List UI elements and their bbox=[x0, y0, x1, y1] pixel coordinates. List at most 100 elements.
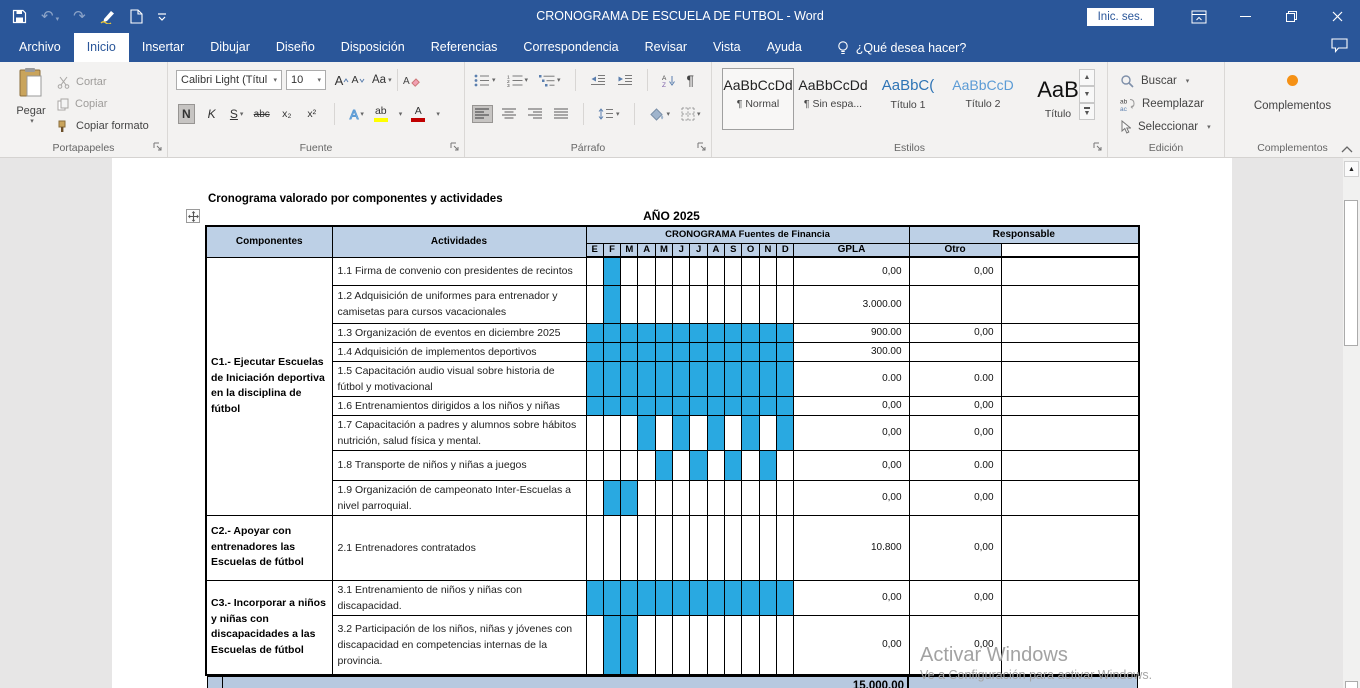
gantt-month-cell[interactable] bbox=[638, 580, 655, 615]
gantt-month-cell[interactable] bbox=[725, 396, 742, 415]
gantt-month-cell[interactable] bbox=[586, 342, 603, 361]
month-header-4[interactable]: A bbox=[638, 243, 655, 257]
restore-button[interactable] bbox=[1268, 0, 1314, 33]
activity-cell[interactable]: 1.9 Organización de campeonato Inter-Esc… bbox=[332, 480, 586, 515]
font-dialog-launcher-icon[interactable] bbox=[450, 142, 460, 152]
gantt-month-cell[interactable] bbox=[621, 615, 638, 675]
gantt-month-cell[interactable] bbox=[759, 580, 776, 615]
gantt-month-cell[interactable] bbox=[777, 323, 794, 342]
gantt-month-cell[interactable] bbox=[638, 285, 655, 323]
activity-cell[interactable]: 1.1 Firma de convenio con presidentes de… bbox=[332, 257, 586, 285]
style-card-normal[interactable]: AaBbCcDd¶ Normal bbox=[722, 68, 794, 130]
gantt-month-cell[interactable] bbox=[690, 480, 707, 515]
tab-archivo[interactable]: Archivo bbox=[6, 33, 74, 62]
header-actividades[interactable]: Actividades bbox=[332, 226, 586, 257]
gantt-month-cell[interactable] bbox=[742, 515, 759, 580]
gpla-value-cell[interactable]: 0,00 bbox=[794, 415, 909, 450]
gantt-month-cell[interactable] bbox=[725, 342, 742, 361]
gantt-month-cell[interactable] bbox=[777, 450, 794, 480]
gantt-month-cell[interactable] bbox=[621, 450, 638, 480]
gantt-month-cell[interactable] bbox=[638, 615, 655, 675]
gantt-month-cell[interactable] bbox=[690, 580, 707, 615]
otro-value-cell[interactable]: 0.00 bbox=[909, 361, 1001, 396]
gantt-month-cell[interactable] bbox=[586, 480, 603, 515]
scroll-up-icon[interactable]: ▲ bbox=[1344, 161, 1359, 177]
gantt-month-cell[interactable] bbox=[673, 415, 690, 450]
styles-scroll-down-icon[interactable]: ▼ bbox=[1079, 86, 1095, 103]
gantt-month-cell[interactable] bbox=[638, 415, 655, 450]
responsable-subheader-blank[interactable] bbox=[1001, 243, 1139, 257]
gantt-month-cell[interactable] bbox=[673, 515, 690, 580]
gantt-month-cell[interactable] bbox=[673, 450, 690, 480]
sort-icon[interactable]: AZ bbox=[660, 72, 678, 89]
responsable-cell[interactable] bbox=[1001, 257, 1139, 285]
gpla-value-cell[interactable]: 900.00 bbox=[794, 323, 909, 342]
gantt-month-cell[interactable] bbox=[777, 361, 794, 396]
gantt-month-cell[interactable] bbox=[725, 480, 742, 515]
gantt-month-cell[interactable] bbox=[707, 480, 724, 515]
gantt-month-cell[interactable] bbox=[586, 415, 603, 450]
bold-button[interactable]: N bbox=[178, 104, 195, 124]
gantt-month-cell[interactable] bbox=[759, 515, 776, 580]
tab-vista[interactable]: Vista bbox=[700, 33, 754, 62]
align-left-button[interactable] bbox=[472, 105, 493, 123]
gpla-value-cell[interactable]: 0,00 bbox=[794, 480, 909, 515]
underline-button[interactable]: S▾ bbox=[229, 104, 245, 124]
header-componentes[interactable]: Componentes bbox=[206, 226, 332, 257]
gantt-month-cell[interactable] bbox=[690, 361, 707, 396]
gantt-month-cell[interactable] bbox=[742, 480, 759, 515]
gantt-month-cell[interactable] bbox=[638, 480, 655, 515]
gantt-month-cell[interactable] bbox=[777, 415, 794, 450]
gantt-month-cell[interactable] bbox=[621, 515, 638, 580]
gantt-month-cell[interactable] bbox=[603, 415, 620, 450]
gantt-month-cell[interactable] bbox=[655, 342, 672, 361]
gantt-month-cell[interactable] bbox=[655, 396, 672, 415]
font-size-combo[interactable]: 10▾ bbox=[286, 70, 326, 90]
gantt-month-cell[interactable] bbox=[742, 415, 759, 450]
gantt-month-cell[interactable] bbox=[742, 580, 759, 615]
gantt-month-cell[interactable] bbox=[690, 515, 707, 580]
gantt-month-cell[interactable] bbox=[707, 615, 724, 675]
font-color-button[interactable]: A bbox=[411, 106, 425, 122]
gantt-month-cell[interactable] bbox=[777, 396, 794, 415]
header-responsable[interactable]: Responsable bbox=[909, 226, 1139, 243]
gantt-month-cell[interactable] bbox=[707, 415, 724, 450]
otro-value-cell[interactable] bbox=[909, 285, 1001, 323]
gantt-month-cell[interactable] bbox=[742, 361, 759, 396]
gantt-month-cell[interactable] bbox=[725, 285, 742, 323]
gantt-month-cell[interactable] bbox=[759, 450, 776, 480]
gantt-month-cell[interactable] bbox=[655, 580, 672, 615]
gantt-month-cell[interactable] bbox=[707, 323, 724, 342]
header-gpla[interactable]: GPLA bbox=[794, 243, 909, 257]
gantt-month-cell[interactable] bbox=[603, 257, 620, 285]
scrollbar-thumb[interactable] bbox=[1344, 200, 1358, 346]
gantt-month-cell[interactable] bbox=[603, 580, 620, 615]
bullets-icon[interactable]: ▾ bbox=[472, 72, 498, 89]
gantt-month-cell[interactable] bbox=[586, 615, 603, 675]
shading-icon[interactable]: ▾ bbox=[647, 106, 673, 123]
month-header-10[interactable]: O bbox=[742, 243, 759, 257]
gpla-value-cell[interactable]: 0,00 bbox=[794, 396, 909, 415]
activity-cell[interactable]: 3.2 Participación de los niños, niñas y … bbox=[332, 615, 586, 675]
gantt-month-cell[interactable] bbox=[690, 415, 707, 450]
gantt-month-cell[interactable] bbox=[725, 450, 742, 480]
gantt-month-cell[interactable] bbox=[707, 515, 724, 580]
gantt-month-cell[interactable] bbox=[638, 257, 655, 285]
month-header-6[interactable]: J bbox=[673, 243, 690, 257]
gantt-month-cell[interactable] bbox=[586, 515, 603, 580]
gantt-month-cell[interactable] bbox=[725, 361, 742, 396]
feedback-icon[interactable] bbox=[1331, 38, 1348, 53]
gantt-month-cell[interactable] bbox=[725, 323, 742, 342]
gantt-month-cell[interactable] bbox=[586, 257, 603, 285]
activity-cell[interactable]: 1.6 Entrenamientos dirigidos a los niños… bbox=[332, 396, 586, 415]
gantt-month-cell[interactable] bbox=[655, 323, 672, 342]
gantt-month-cell[interactable] bbox=[725, 615, 742, 675]
gantt-month-cell[interactable] bbox=[742, 450, 759, 480]
gantt-month-cell[interactable] bbox=[690, 257, 707, 285]
gantt-month-cell[interactable] bbox=[603, 450, 620, 480]
tab-inicio[interactable]: Inicio bbox=[74, 33, 129, 62]
gantt-month-cell[interactable] bbox=[759, 342, 776, 361]
gantt-month-cell[interactable] bbox=[707, 342, 724, 361]
gantt-month-cell[interactable] bbox=[690, 342, 707, 361]
gantt-month-cell[interactable] bbox=[621, 580, 638, 615]
